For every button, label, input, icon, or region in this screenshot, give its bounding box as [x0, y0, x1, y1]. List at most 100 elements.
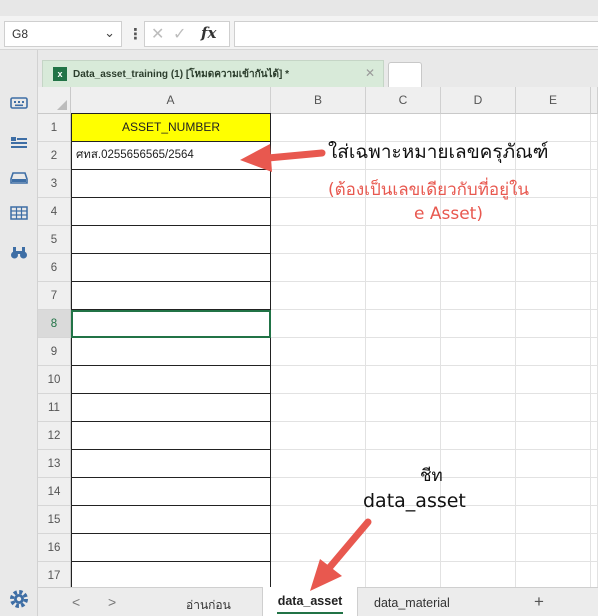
scroll-tabs-left-icon[interactable]: < — [72, 594, 80, 610]
column-header-e[interactable]: E — [516, 87, 591, 114]
cell-a4[interactable] — [71, 198, 271, 226]
formula-input[interactable] — [234, 21, 598, 47]
cell-e5[interactable] — [516, 226, 591, 254]
cell-c8[interactable] — [366, 310, 441, 338]
cell-b16[interactable] — [271, 534, 366, 562]
cell-filler-4[interactable] — [591, 198, 598, 226]
cell-c16[interactable] — [366, 534, 441, 562]
cell-b9[interactable] — [271, 338, 366, 366]
cell-b7[interactable] — [271, 282, 366, 310]
cell-filler-16[interactable] — [591, 534, 598, 562]
cell-e14[interactable] — [516, 478, 591, 506]
add-sheet-icon[interactable]: + — [534, 592, 544, 612]
binoculars-icon[interactable] — [9, 246, 29, 262]
document-tab[interactable]: x Data_asset_training (1) [โหมดความเข้าก… — [42, 60, 384, 87]
scroll-tabs-right-icon[interactable]: > — [108, 594, 116, 610]
cell-e8[interactable] — [516, 310, 591, 338]
cell-c9[interactable] — [366, 338, 441, 366]
cell-c12[interactable] — [366, 422, 441, 450]
row-header-3[interactable]: 3 — [38, 170, 71, 198]
row-header-17[interactable]: 17 — [38, 562, 71, 587]
cell-a5[interactable] — [71, 226, 271, 254]
cell-a10[interactable] — [71, 366, 271, 394]
cancel-icon[interactable]: ✕ — [151, 24, 164, 44]
cell-d7[interactable] — [441, 282, 516, 310]
cell-a12[interactable] — [71, 422, 271, 450]
cell-a11[interactable] — [71, 394, 271, 422]
column-header-b[interactable]: B — [271, 87, 366, 114]
row-header-6[interactable]: 6 — [38, 254, 71, 282]
cell-a14[interactable] — [71, 478, 271, 506]
cell-e10[interactable] — [516, 366, 591, 394]
cell-a7[interactable] — [71, 282, 271, 310]
sheet-tab-data-material[interactable]: data_material — [374, 596, 450, 610]
cell-filler-2[interactable] — [591, 142, 598, 170]
cell-filler-6[interactable] — [591, 254, 598, 282]
column-header-c[interactable]: C — [366, 87, 441, 114]
name-box[interactable]: G8 ⌄ — [4, 21, 122, 47]
row-header-1[interactable]: 1 — [38, 114, 71, 142]
cell-a3[interactable] — [71, 170, 271, 198]
cell-a9[interactable] — [71, 338, 271, 366]
row-header-16[interactable]: 16 — [38, 534, 71, 562]
cell-e9[interactable] — [516, 338, 591, 366]
column-header-a[interactable]: A — [71, 87, 271, 114]
row-header-11[interactable]: 11 — [38, 394, 71, 422]
cell-e15[interactable] — [516, 506, 591, 534]
cell-d8[interactable] — [441, 310, 516, 338]
row-header-14[interactable]: 14 — [38, 478, 71, 506]
row-header-12[interactable]: 12 — [38, 422, 71, 450]
row-header-2[interactable]: 2 — [38, 142, 71, 170]
table-icon[interactable] — [9, 206, 29, 222]
row-header-8[interactable]: 8 — [38, 310, 71, 338]
cell-e17[interactable] — [516, 562, 591, 587]
cell-d6[interactable] — [441, 254, 516, 282]
cell-b17[interactable] — [271, 562, 366, 587]
cell-a1[interactable]: ASSET_NUMBER — [71, 113, 271, 142]
chevron-down-icon[interactable]: ⌄ — [104, 25, 115, 41]
cell-a16[interactable] — [71, 534, 271, 562]
cell-d5[interactable] — [441, 226, 516, 254]
sheet-tab-read-first[interactable]: อ่านก่อน — [186, 596, 231, 615]
cell-d17[interactable] — [441, 562, 516, 587]
cell-a15[interactable] — [71, 506, 271, 534]
cell-filler-9[interactable] — [591, 338, 598, 366]
cell-d9[interactable] — [441, 338, 516, 366]
sheet-tab-data-asset[interactable]: data_asset — [262, 587, 358, 616]
drive-icon[interactable] — [9, 171, 29, 187]
cell-e13[interactable] — [516, 450, 591, 478]
cell-c7[interactable] — [366, 282, 441, 310]
cell-c10[interactable] — [366, 366, 441, 394]
cell-d10[interactable] — [441, 366, 516, 394]
cell-filler-12[interactable] — [591, 422, 598, 450]
cell-a6[interactable] — [71, 254, 271, 282]
select-all-corner[interactable] — [38, 87, 71, 114]
confirm-icon[interactable]: ✓ — [173, 24, 186, 44]
cell-b6[interactable] — [271, 254, 366, 282]
cell-filler-5[interactable] — [591, 226, 598, 254]
cell-a17[interactable] — [71, 562, 271, 587]
new-document-tab[interactable] — [388, 62, 422, 87]
cell-e12[interactable] — [516, 422, 591, 450]
cell-a2[interactable]: ศทส.0255656565/2564 — [71, 142, 271, 170]
cell-b14[interactable] — [271, 478, 366, 506]
more-options-icon[interactable]: ⋮ — [128, 25, 143, 43]
row-header-10[interactable]: 10 — [38, 366, 71, 394]
cell-filler-1[interactable] — [591, 114, 598, 142]
cell-e6[interactable] — [516, 254, 591, 282]
cell-filler-3[interactable] — [591, 170, 598, 198]
cell-a13[interactable] — [71, 450, 271, 478]
cell-d16[interactable] — [441, 534, 516, 562]
cell-filler-10[interactable] — [591, 366, 598, 394]
cell-c11[interactable] — [366, 394, 441, 422]
cell-e16[interactable] — [516, 534, 591, 562]
cell-filler-17[interactable] — [591, 562, 598, 587]
cell-c6[interactable] — [366, 254, 441, 282]
cell-filler-8[interactable] — [591, 310, 598, 338]
cell-b5[interactable] — [271, 226, 366, 254]
column-header-d[interactable]: D — [441, 87, 516, 114]
row-header-4[interactable]: 4 — [38, 198, 71, 226]
row-header-5[interactable]: 5 — [38, 226, 71, 254]
cell-b15[interactable] — [271, 506, 366, 534]
cell-filler-7[interactable] — [591, 282, 598, 310]
